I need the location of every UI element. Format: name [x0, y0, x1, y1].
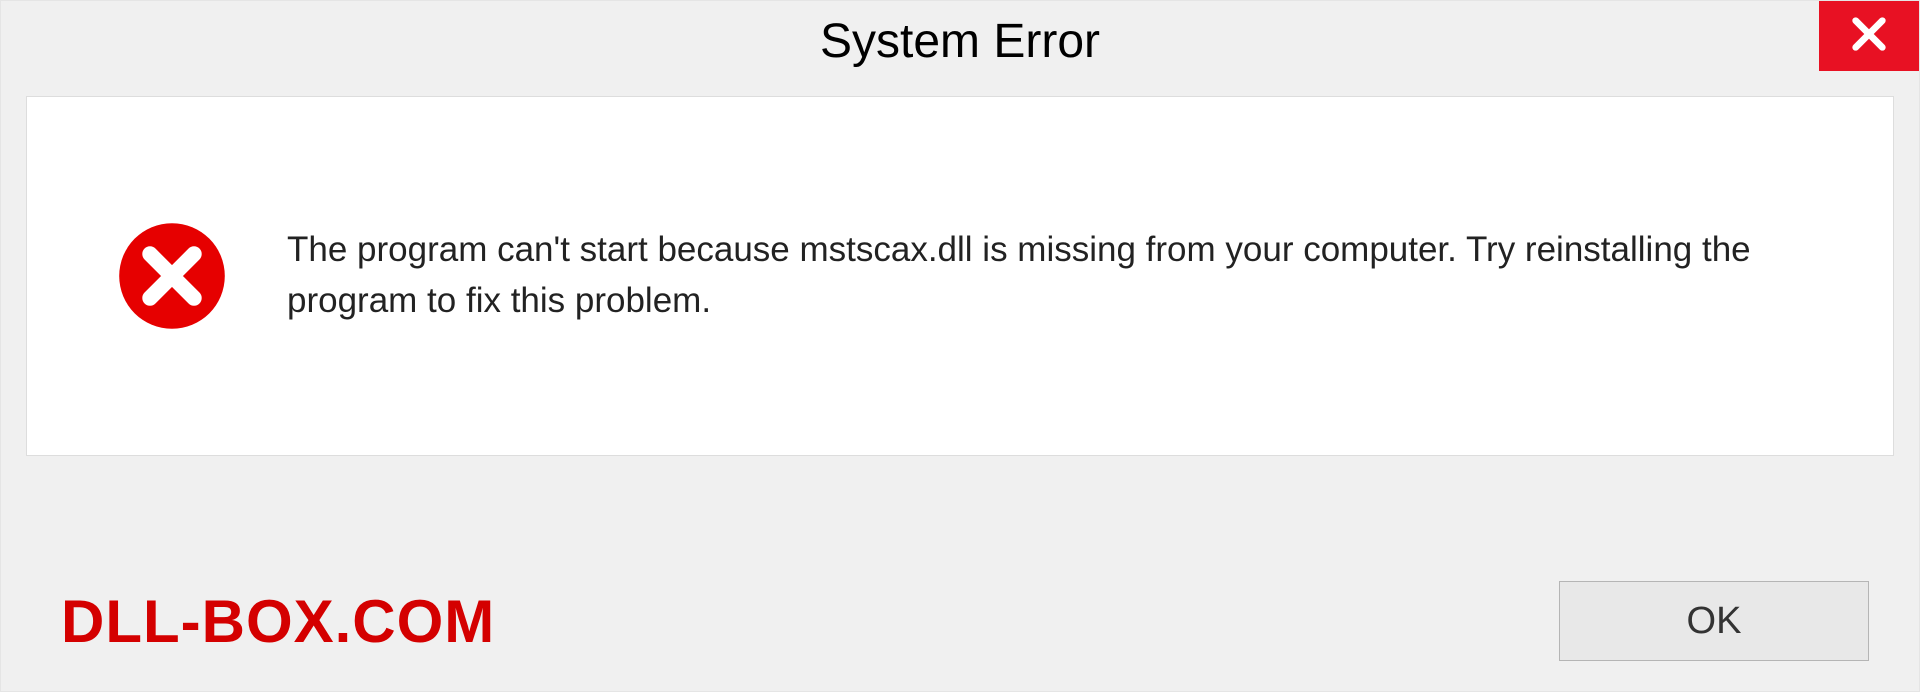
dialog-title: System Error — [820, 14, 1100, 69]
dialog-footer: DLL-BOX.COM OK — [1, 581, 1919, 661]
ok-button[interactable]: OK — [1559, 581, 1869, 661]
content-panel: The program can't start because mstscax.… — [26, 96, 1894, 456]
titlebar: System Error — [1, 1, 1919, 81]
close-icon — [1849, 14, 1889, 59]
error-message: The program can't start because mstscax.… — [287, 225, 1833, 327]
close-button[interactable] — [1819, 1, 1919, 71]
watermark-text: DLL-BOX.COM — [61, 587, 495, 656]
error-dialog: System Error The program can't start bec… — [0, 0, 1920, 692]
error-icon — [117, 221, 227, 331]
